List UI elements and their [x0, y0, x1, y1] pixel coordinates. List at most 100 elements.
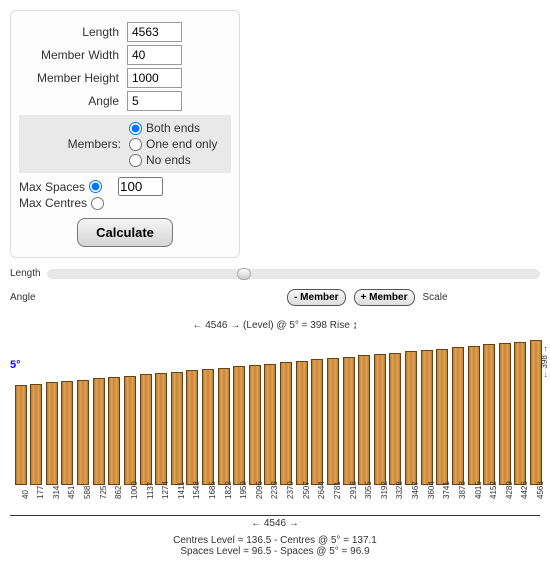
plus-member-button[interactable]: + Member	[354, 289, 415, 306]
member-position-label: 4426	[520, 481, 529, 499]
input-panel: Length Member Width Member Height Angle …	[10, 10, 240, 258]
member-bar: 4289	[499, 343, 511, 485]
member-height-label: Member Height	[19, 71, 119, 85]
length-slider[interactable]	[47, 269, 540, 279]
angle-input[interactable]	[127, 91, 182, 111]
member-position-label: 40	[21, 490, 30, 499]
member-position-label: 725	[99, 486, 108, 499]
member-bar: 451	[61, 381, 73, 485]
member-bar: 1411	[171, 372, 183, 485]
member-position-label: 1548	[192, 481, 201, 499]
diagram-top-caption: ← 4546 → (Level) @ 5° = 398 Rise ↨	[10, 320, 540, 331]
member-position-label: 2781	[333, 481, 342, 499]
diagram-chart: 5° 4017731445158872586210001137127414111…	[10, 335, 540, 485]
member-position-label: 2096	[255, 481, 264, 499]
member-bar: 1000	[124, 376, 136, 485]
member-bar: 1548	[186, 370, 198, 485]
member-bar: 2918	[343, 357, 355, 485]
radio-one-end[interactable]	[129, 138, 142, 151]
member-bar: 40	[15, 385, 27, 485]
member-bar: 725	[93, 378, 105, 485]
member-position-label: 588	[83, 486, 92, 499]
member-position-label: 2370	[286, 481, 295, 499]
max-spaces-radio[interactable]: Max Spaces	[19, 180, 102, 194]
member-bar: 862	[108, 377, 120, 485]
member-position-label: 1137	[146, 482, 155, 499]
member-position-label: 4563	[536, 481, 545, 499]
member-bar: 2370	[280, 362, 292, 485]
member-bar: 4426	[514, 342, 526, 485]
member-bar: 1274	[155, 373, 167, 485]
member-position-label: 2233	[270, 481, 279, 499]
member-width-label: Member Width	[19, 48, 119, 62]
member-position-label: 3604	[427, 481, 436, 499]
member-position-label: 1685	[208, 481, 217, 499]
member-bar: 3328	[389, 353, 401, 485]
member-bar: 4015	[468, 346, 480, 485]
length-input[interactable]	[127, 22, 182, 42]
member-position-label: 3055	[364, 481, 373, 499]
member-bar: 2507	[296, 361, 308, 485]
rise-label: ← 398 →	[540, 345, 549, 379]
angle-badge: 5°	[10, 359, 21, 371]
member-position-label: 3467	[411, 481, 420, 499]
member-bar: 3604	[421, 350, 433, 485]
members-radio-both[interactable]: Both ends	[129, 121, 217, 135]
member-position-label: 451	[67, 486, 76, 499]
member-bar: 2233	[264, 364, 276, 485]
members-radio-none[interactable]: No ends	[129, 153, 217, 167]
member-position-label: 1000	[130, 481, 139, 499]
member-position-label: 4289	[505, 481, 514, 499]
member-position-label: 2918	[349, 481, 358, 499]
radio-max-spaces[interactable]	[89, 180, 102, 193]
members-radio-one[interactable]: One end only	[129, 137, 217, 151]
member-position-label: 1274	[161, 481, 170, 499]
member-bar: 588	[77, 380, 89, 485]
member-bar: 3741	[436, 349, 448, 485]
minus-member-button[interactable]: - Member	[287, 289, 345, 306]
member-bar: 314	[46, 382, 58, 485]
angle-slider-label: Angle	[10, 292, 36, 303]
diagram-dimension: ← 4546 →	[10, 515, 540, 529]
member-position-label: 4152	[489, 481, 498, 499]
member-position-label: 862	[114, 486, 123, 499]
member-bar: 3055	[358, 355, 370, 485]
member-bar: 4152	[483, 344, 495, 485]
member-position-label: 3741	[442, 481, 451, 499]
length-label: Length	[19, 25, 119, 39]
member-bar: 1822	[218, 368, 230, 485]
member-position-label: 1411	[177, 482, 186, 499]
member-bar: 1959	[233, 366, 245, 485]
member-bar: 2096	[249, 365, 261, 485]
diagram-footer: Centres Level = 136.5 - Centres @ 5° = 1…	[10, 535, 540, 557]
member-bar: 3878	[452, 347, 464, 485]
radio-no-ends[interactable]	[129, 154, 142, 167]
member-position-label: 3328	[395, 481, 404, 499]
members-group: Members: Both ends One end only No ends	[19, 115, 231, 173]
members-label: Members:	[21, 137, 121, 151]
diagram-area: ← 4546 → (Level) @ 5° = 398 Rise ↨ 5° 40…	[10, 320, 540, 557]
member-bar: 3192	[374, 354, 386, 485]
length-slider-label: Length	[10, 268, 41, 279]
member-bar: 177	[30, 384, 42, 485]
member-position-label: 2644	[317, 481, 326, 499]
member-position-label: 177	[36, 486, 45, 499]
member-bar: 2781	[327, 358, 339, 485]
radio-max-centres[interactable]	[91, 197, 104, 210]
member-bar: 1685	[202, 369, 214, 485]
member-position-label: 4015	[474, 481, 483, 499]
spacing-input[interactable]	[118, 177, 163, 196]
max-centres-radio[interactable]: Max Centres	[19, 196, 104, 210]
radio-both-ends[interactable]	[129, 122, 142, 135]
member-bar: 3467	[405, 351, 417, 485]
member-position-label: 3878	[458, 481, 467, 499]
scale-slider-label: Scale	[423, 292, 448, 303]
member-position-label: 2507	[302, 481, 311, 499]
member-position-label: 314	[52, 486, 61, 499]
member-width-input[interactable]	[127, 45, 182, 65]
angle-label: Angle	[19, 94, 119, 108]
member-position-label: 1959	[239, 481, 248, 499]
member-bar: 1137	[140, 374, 152, 485]
calculate-button[interactable]: Calculate	[77, 218, 173, 247]
member-height-input[interactable]	[127, 68, 182, 88]
